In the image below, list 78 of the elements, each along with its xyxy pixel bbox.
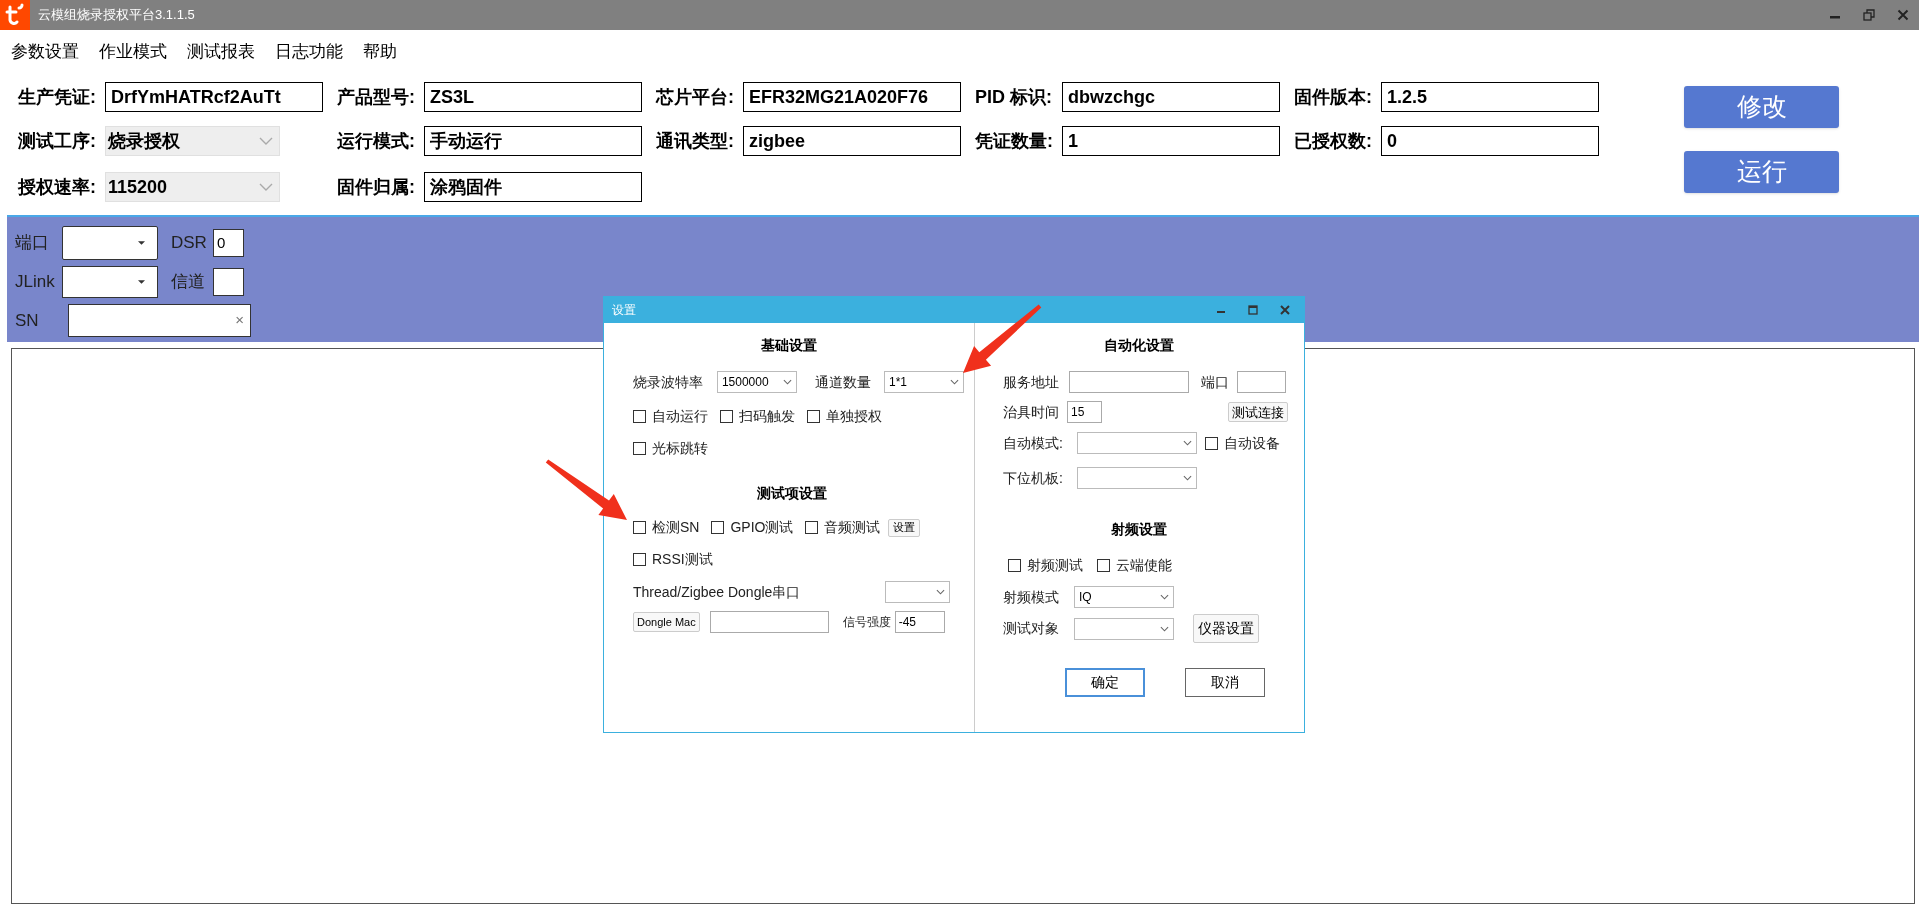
ok-button[interactable]: 确定: [1065, 668, 1145, 697]
section-heading: 射频设置: [1109, 520, 1168, 539]
input-field[interactable]: 手动运行: [424, 126, 642, 156]
input-field[interactable]: 涂鸦固件: [424, 172, 642, 202]
field-label: 通讯类型:: [656, 129, 735, 153]
input-field[interactable]: ZS3L: [424, 82, 642, 112]
input-field[interactable]: EFR32MG21A020F76: [743, 82, 961, 112]
small-button[interactable]: 仪器设置: [1193, 614, 1259, 643]
field-label: Thread/Zigbee Dongle串口: [633, 582, 801, 602]
checkbox-label[interactable]: 射频测试: [1027, 555, 1083, 576]
checkbox-label[interactable]: 自动设备: [1224, 432, 1280, 454]
input-field[interactable]: 1: [1062, 126, 1280, 156]
checkbox-label[interactable]: GPIO测试: [730, 517, 794, 538]
checkbox-label[interactable]: 扫码触发: [739, 406, 795, 427]
field-label: 烧录波特率: [633, 372, 704, 392]
checkbox-label[interactable]: 检测SN: [652, 517, 700, 538]
section-heading: 基础设置: [760, 336, 818, 355]
checkbox-label[interactable]: 单独授权: [826, 406, 882, 427]
checkbox-label[interactable]: 光标跳转: [652, 438, 708, 459]
dropdown-field[interactable]: 115200: [105, 172, 280, 202]
input-field[interactable]: zigbee: [743, 126, 961, 156]
menu-item[interactable]: 参数设置: [10, 39, 80, 65]
input-field[interactable]: DrfYmHATRcf2AuTt: [105, 82, 323, 112]
field-label: 产品型号:: [337, 85, 416, 109]
field-label: 自动模式:: [1003, 433, 1064, 453]
field-label: 生产凭证:: [18, 85, 97, 109]
field-label: 测试对象: [1003, 619, 1060, 638]
input-field[interactable]: dbwzchgc: [1062, 82, 1280, 112]
field-label: 射频模式: [1003, 587, 1060, 607]
clear-button[interactable]: ×: [235, 309, 244, 332]
dropdown-field[interactable]: 1500000: [716, 371, 797, 393]
field-label: 授权速率:: [18, 175, 97, 199]
field-label: 端口: [1201, 372, 1230, 392]
field-label: 已授权数:: [1294, 129, 1373, 153]
field-label: 凭证数量:: [975, 129, 1054, 153]
small-button[interactable]: 测试连接: [1228, 402, 1288, 422]
checkbox-label[interactable]: 自动运行: [652, 406, 708, 427]
checkbox-label[interactable]: 音频测试: [824, 517, 881, 538]
field-label: SN: [15, 309, 40, 332]
dialog-title: 设置: [612, 302, 636, 319]
field-label: 通道数量: [814, 372, 872, 392]
field-label: 端口: [15, 232, 50, 255]
field-label: 治具时间: [1003, 402, 1060, 422]
small-button[interactable]: Dongle Mac: [633, 612, 700, 632]
field-label: JLink: [15, 271, 56, 294]
cancel-button[interactable]: 取消: [1185, 668, 1265, 697]
menu-item[interactable]: 帮助: [362, 39, 398, 65]
input-field[interactable]: -45: [894, 611, 945, 633]
field-label: 下位机板:: [1003, 468, 1064, 488]
menu-item[interactable]: 作业模式: [98, 39, 168, 65]
field-label: 信道: [171, 271, 206, 294]
action-button[interactable]: 修改: [1684, 86, 1839, 128]
field-label: 运行模式:: [337, 129, 416, 153]
field-label: 固件归属:: [337, 175, 416, 199]
small-button[interactable]: 设置: [888, 518, 921, 537]
checkbox-label[interactable]: RSSI测试: [652, 549, 713, 570]
input-field[interactable]: 0: [1381, 126, 1599, 156]
input-field[interactable]: ×: [68, 304, 251, 337]
window-title: 云模组烧录授权平台3.1.1.5: [38, 6, 195, 25]
checkbox-label[interactable]: 云端使能: [1116, 555, 1172, 576]
input-field[interactable]: 1.2.5: [1381, 82, 1599, 112]
input-field[interactable]: 15: [1067, 401, 1102, 423]
dropdown-field[interactable]: 烧录授权: [105, 126, 280, 156]
dropdown-field[interactable]: 1*1: [884, 371, 964, 393]
field-label: 芯片平台:: [656, 85, 735, 109]
field-label: 服务地址: [1003, 372, 1060, 392]
action-button[interactable]: 运行: [1684, 151, 1839, 193]
field-label: PID 标识:: [975, 85, 1053, 109]
menu-item[interactable]: 日志功能: [274, 39, 344, 65]
field-label: 测试工序:: [18, 129, 97, 153]
section-heading: 自动化设置: [1102, 336, 1175, 355]
section-heading: 测试项设置: [755, 484, 828, 503]
field-label: 信号强度: [842, 614, 891, 631]
input-field[interactable]: 0: [213, 229, 244, 257]
field-label: 固件版本:: [1294, 85, 1373, 109]
menu-item[interactable]: 测试报表: [186, 39, 256, 65]
dropdown-field[interactable]: IQ: [1074, 586, 1174, 608]
field-label: DSR: [171, 232, 208, 255]
